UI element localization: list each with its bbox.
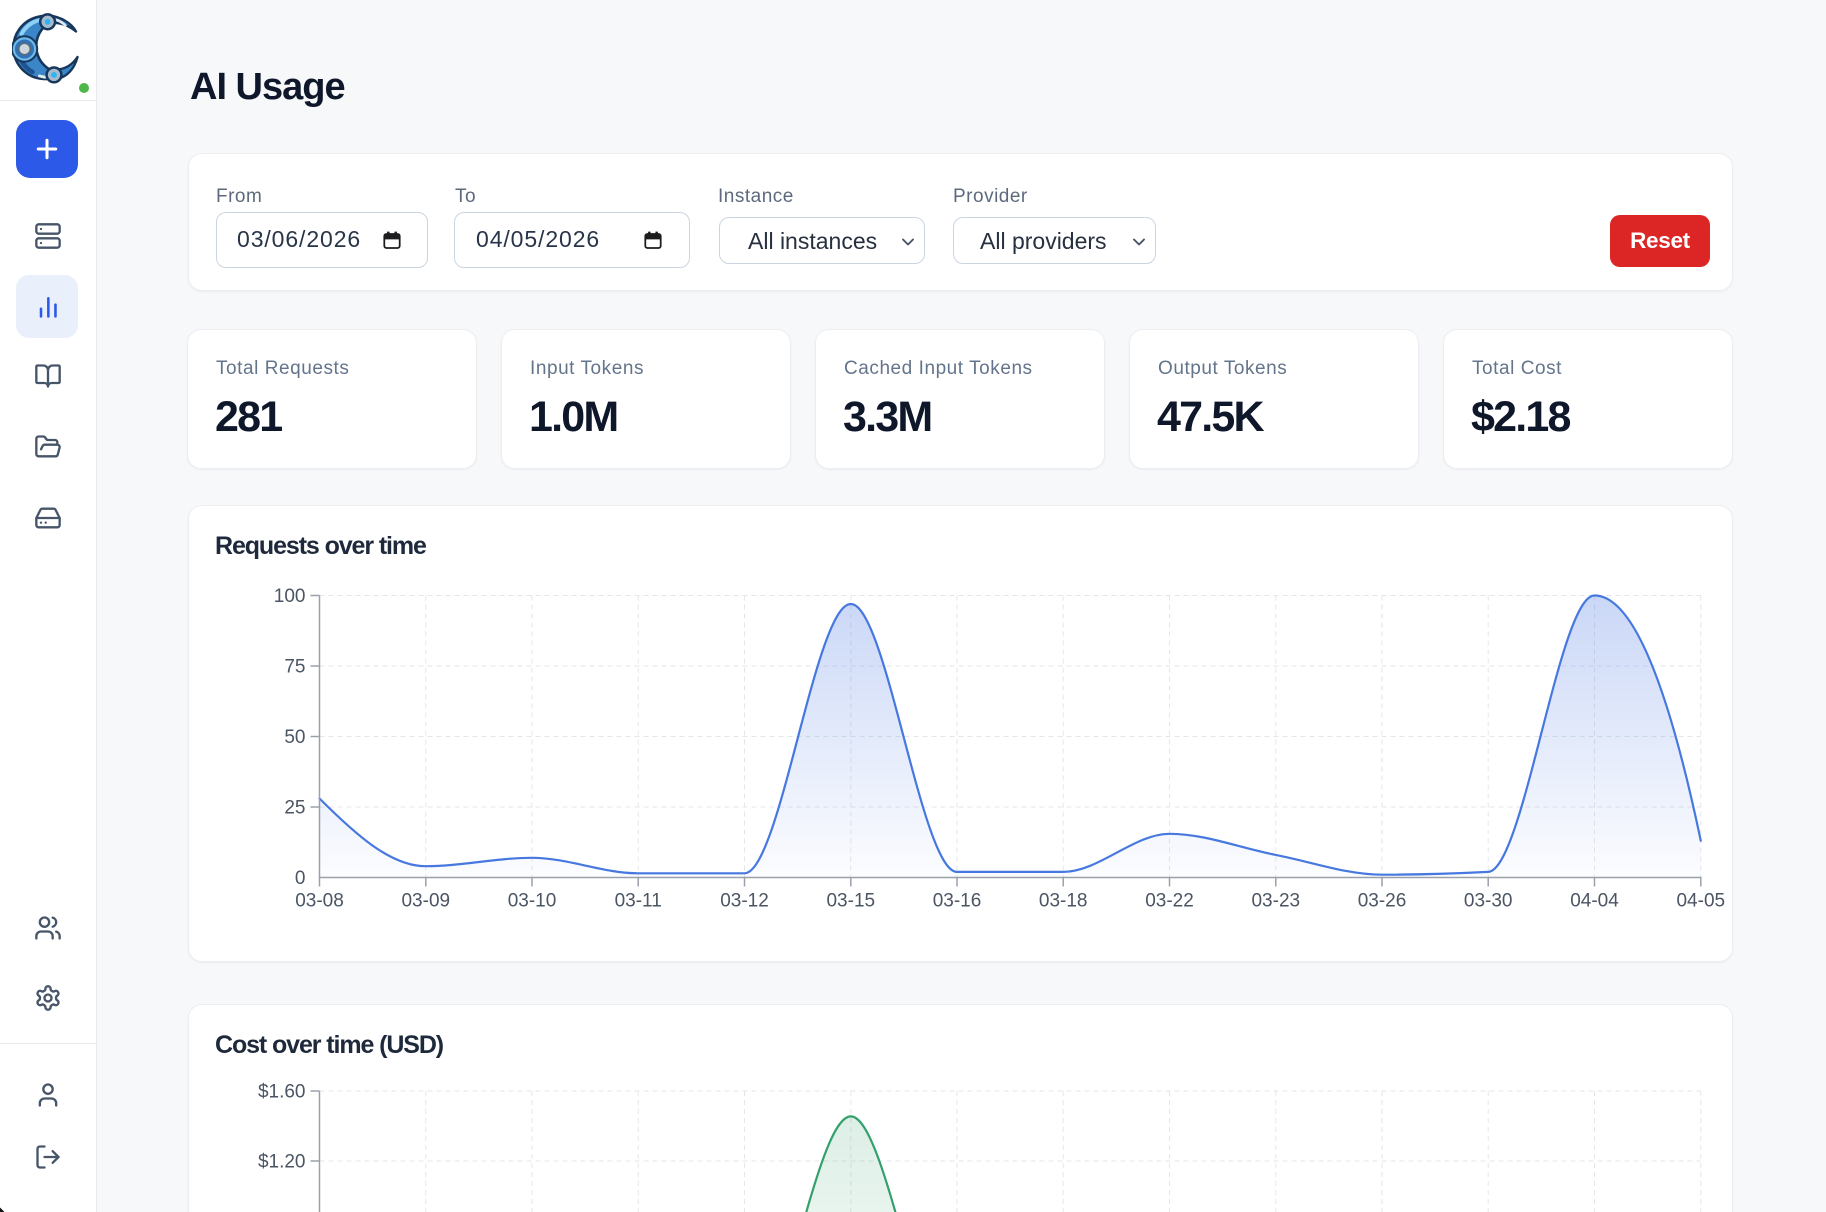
svg-text:03-30: 03-30 xyxy=(1464,891,1513,912)
svg-text:03-18: 03-18 xyxy=(1039,891,1088,912)
svg-text:$1.60: $1.60 xyxy=(258,1082,306,1103)
svg-text:0: 0 xyxy=(295,868,306,889)
svg-text:03-26: 03-26 xyxy=(1358,891,1407,912)
svg-text:03-09: 03-09 xyxy=(401,891,450,912)
svg-text:75: 75 xyxy=(284,657,305,678)
svg-text:100: 100 xyxy=(274,586,306,607)
svg-text:03-22: 03-22 xyxy=(1145,891,1194,912)
svg-text:03-11: 03-11 xyxy=(615,891,662,912)
svg-text:03-16: 03-16 xyxy=(933,891,982,912)
svg-text:03-10: 03-10 xyxy=(508,891,557,912)
svg-text:03-15: 03-15 xyxy=(826,891,875,912)
svg-text:03-23: 03-23 xyxy=(1251,891,1300,912)
svg-text:04-05: 04-05 xyxy=(1676,891,1725,912)
svg-text:50: 50 xyxy=(284,727,305,748)
svg-text:04-04: 04-04 xyxy=(1570,891,1619,912)
svg-text:25: 25 xyxy=(284,798,305,819)
svg-text:03-12: 03-12 xyxy=(720,891,769,912)
svg-text:$1.20: $1.20 xyxy=(258,1152,306,1173)
svg-text:03-08: 03-08 xyxy=(295,891,344,912)
